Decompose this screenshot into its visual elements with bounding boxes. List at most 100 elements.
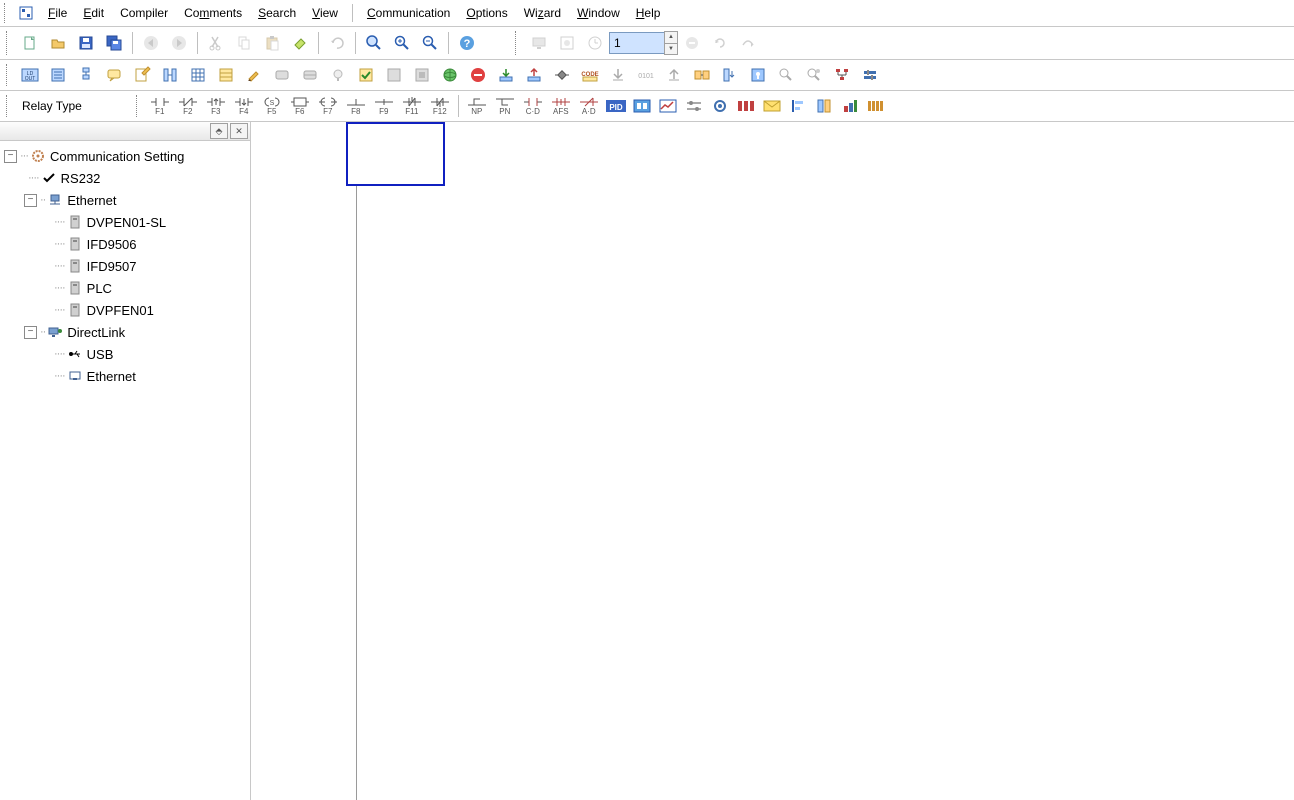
save-all-icon[interactable]	[101, 30, 127, 56]
table-icon[interactable]	[185, 63, 211, 87]
instruction-list-icon[interactable]	[45, 63, 71, 87]
relay-grip-1[interactable]	[6, 95, 12, 117]
tree-eth-3[interactable]: ····PLC	[4, 277, 250, 299]
tree-eth-4[interactable]: ····DVPFEN01	[4, 299, 250, 321]
help-icon[interactable]: ?	[454, 30, 480, 56]
edit-comment-icon[interactable]	[129, 63, 155, 87]
sfc-icon[interactable]	[73, 63, 99, 87]
falling-f4-icon[interactable]: F4	[231, 93, 257, 119]
side-pin-icon[interactable]: ⬘	[210, 123, 228, 139]
settings2-icon[interactable]	[857, 63, 883, 87]
gear-icon[interactable]	[709, 97, 731, 115]
app-f6-icon[interactable]: F6	[287, 93, 313, 119]
tree-eth-2[interactable]: ····IFD9507	[4, 255, 250, 277]
coil-f7-icon[interactable]: F7	[315, 93, 341, 119]
menu-view[interactable]: View	[304, 4, 346, 22]
comment-icon[interactable]	[101, 63, 127, 87]
step-input[interactable]	[609, 32, 665, 54]
relay-grip-2[interactable]	[136, 95, 142, 117]
tree-ethernet-label: Ethernet	[67, 193, 116, 208]
columns-icon[interactable]	[735, 97, 757, 115]
format-down-icon[interactable]	[717, 63, 743, 87]
register-table-icon[interactable]	[213, 63, 239, 87]
upload-icon[interactable]	[521, 63, 547, 87]
tree-eth-0[interactable]: ····DVPEN01-SL	[4, 211, 250, 233]
highlight-icon[interactable]	[241, 63, 267, 87]
expand-icon[interactable]: −	[24, 194, 37, 207]
erase-icon[interactable]	[287, 30, 313, 56]
pn-icon[interactable]: PN	[492, 93, 518, 119]
step-spinner[interactable]: ▲▼	[664, 31, 678, 55]
menu-file[interactable]: File	[40, 4, 75, 22]
zoom-in-icon[interactable]	[389, 30, 415, 56]
line-up-f8-icon[interactable]: F8	[343, 93, 369, 119]
zoom-fit-icon[interactable]	[361, 30, 387, 56]
contact-no-f1-icon[interactable]: F1	[147, 93, 173, 119]
relay-type-label: Relay Type	[16, 99, 88, 113]
menu-wizard[interactable]: Wizard	[516, 4, 569, 22]
tree-root[interactable]: − ··· Communication Setting	[4, 145, 250, 167]
satellite-icon[interactable]	[549, 63, 575, 87]
module-icon[interactable]	[631, 97, 653, 115]
password-icon[interactable]	[745, 63, 771, 87]
ad-icon[interactable]: A·D	[576, 93, 602, 119]
menu-comments[interactable]: Comments	[176, 4, 250, 22]
menu-options[interactable]: Options	[458, 4, 515, 22]
side-close-icon[interactable]: ✕	[230, 123, 248, 139]
contact-nc-f2-icon[interactable]: F2	[175, 93, 201, 119]
np-icon[interactable]: NP	[464, 93, 490, 119]
toolbar-grip-1[interactable]	[6, 31, 12, 55]
tree-rs232[interactable]: ···· RS232	[4, 167, 250, 189]
rising-f3-icon[interactable]: F3	[203, 93, 229, 119]
menu-grip[interactable]	[4, 3, 10, 23]
menu-window[interactable]: Window	[569, 4, 628, 22]
menu-edit[interactable]: Edit	[75, 4, 112, 22]
menu-compiler[interactable]: Compiler	[112, 4, 176, 22]
build-icon[interactable]	[839, 97, 861, 115]
align-icon[interactable]	[787, 97, 809, 115]
save-icon[interactable]	[73, 30, 99, 56]
coil-set-f5-icon[interactable]: SF5	[259, 93, 285, 119]
clock-icon	[582, 30, 608, 56]
trend-icon[interactable]	[657, 97, 679, 115]
online-icon[interactable]	[437, 63, 463, 87]
device-edit-icon[interactable]	[157, 63, 183, 87]
app-icon	[16, 3, 36, 23]
menu-search[interactable]: Search	[250, 4, 304, 22]
expand-icon[interactable]: −	[4, 150, 17, 163]
download-icon[interactable]	[493, 63, 519, 87]
afs-icon[interactable]: AFS	[548, 93, 574, 119]
tree-eth-1[interactable]: ····IFD9506	[4, 233, 250, 255]
mail-icon[interactable]	[761, 97, 783, 115]
svg-text:0101: 0101	[638, 73, 654, 80]
bars-icon[interactable]	[865, 97, 887, 115]
tree-dl-eth[interactable]: ····Ethernet	[4, 365, 250, 387]
code-icon[interactable]: CODE	[577, 63, 603, 87]
stop-icon[interactable]	[465, 63, 491, 87]
cd-icon[interactable]: C·D	[520, 93, 546, 119]
expand-icon[interactable]: −	[24, 326, 37, 339]
inv-dn-f12-icon[interactable]: F12	[427, 93, 453, 119]
pid-icon[interactable]: PID	[605, 97, 627, 115]
open-file-icon[interactable]	[45, 30, 71, 56]
check-program-icon[interactable]	[353, 63, 379, 87]
canvas-cursor-cell[interactable]	[346, 122, 445, 186]
tree-dl-usb[interactable]: ····USB	[4, 343, 250, 365]
new-file-icon[interactable]	[17, 30, 43, 56]
tree-directlink[interactable]: − ·· DirectLink	[4, 321, 250, 343]
column-view-icon[interactable]	[813, 97, 835, 115]
inv-up-f11-icon[interactable]: F11	[399, 93, 425, 119]
tree-ethernet[interactable]: − ·· Ethernet	[4, 189, 250, 211]
menu-help[interactable]: Help	[628, 4, 669, 22]
refresh-icon	[707, 30, 733, 56]
ladder-out-icon[interactable]: LDOUT	[17, 63, 43, 87]
device-icon	[67, 236, 83, 252]
line-f9-icon[interactable]: F9	[371, 93, 397, 119]
menu-communication[interactable]: Communication	[359, 4, 458, 22]
toolbar2-grip[interactable]	[6, 64, 12, 86]
ladder-canvas[interactable]	[251, 122, 1294, 800]
network-icon[interactable]	[829, 63, 855, 87]
zoom-out-icon[interactable]	[417, 30, 443, 56]
compare-icon[interactable]	[689, 63, 715, 87]
toolbar-grip-2[interactable]	[515, 31, 521, 55]
